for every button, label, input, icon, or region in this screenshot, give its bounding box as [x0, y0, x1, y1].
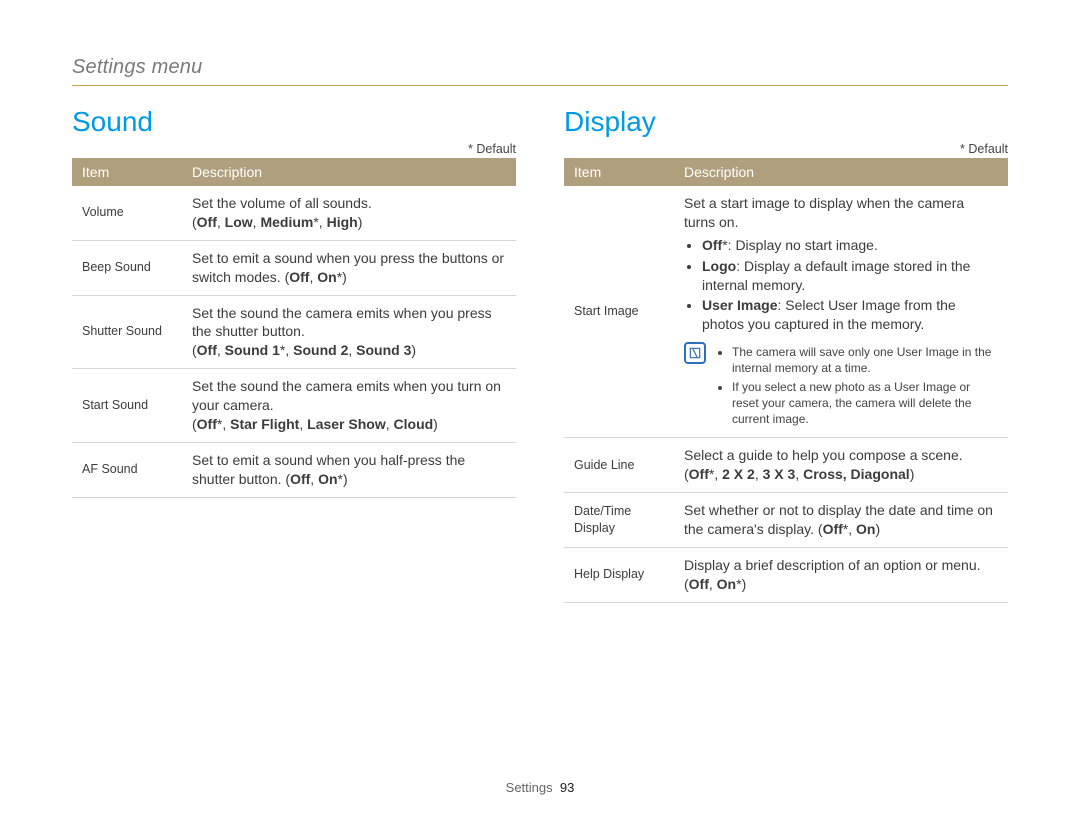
setting-description: Set the volume of all sounds.(Off, Low, … [182, 186, 516, 240]
table-row: Shutter SoundSet the sound the camera em… [72, 295, 516, 369]
setting-item: Start Sound [72, 369, 182, 443]
note-list: The camera will save only one User Image… [716, 342, 998, 429]
setting-description: Set whether or not to display the date a… [674, 492, 1008, 547]
default-note: * Default [72, 142, 516, 156]
breadcrumb: Settings menu [72, 56, 1008, 86]
page: Settings menu Sound * Default Item Descr… [0, 0, 1080, 603]
list-item: Off*: Display no start image. [702, 236, 998, 255]
display-table: Item Description Start ImageSet a start … [564, 158, 1008, 603]
footer-page-number: 93 [560, 780, 574, 795]
col-header-description: Description [182, 158, 516, 186]
section-title-display: Display [564, 106, 1008, 138]
sound-table: Item Description VolumeSet the volume of… [72, 158, 516, 498]
setting-item: AF Sound [72, 442, 182, 497]
setting-description: Set a start image to display when the ca… [674, 186, 1008, 438]
default-note: * Default [564, 142, 1008, 156]
setting-item: Beep Sound [72, 240, 182, 295]
table-row: Help DisplayDisplay a brief description … [564, 547, 1008, 602]
setting-description: Display a brief description of an option… [674, 547, 1008, 602]
table-row: VolumeSet the volume of all sounds.(Off,… [72, 186, 516, 240]
list-item: The camera will save only one User Image… [732, 344, 998, 376]
footer-section: Settings [506, 780, 553, 795]
note-icon [684, 342, 706, 364]
table-row: Guide LineSelect a guide to help you com… [564, 438, 1008, 493]
setting-item: Start Image [564, 186, 674, 438]
setting-item: Volume [72, 186, 182, 240]
table-row: AF SoundSet to emit a sound when you hal… [72, 442, 516, 497]
setting-description: Set the sound the camera emits when you … [182, 295, 516, 369]
page-footer: Settings 93 [0, 780, 1080, 795]
setting-item: Help Display [564, 547, 674, 602]
setting-item: Shutter Sound [72, 295, 182, 369]
sound-section: Sound * Default Item Description VolumeS… [72, 100, 516, 603]
table-row: Beep SoundSet to emit a sound when you p… [72, 240, 516, 295]
section-title-sound: Sound [72, 106, 516, 138]
columns: Sound * Default Item Description VolumeS… [72, 100, 1008, 603]
list-item: User Image: Select User Image from the p… [702, 296, 998, 334]
list-item: Logo: Display a default image stored in … [702, 257, 998, 295]
setting-description: Set to emit a sound when you press the b… [182, 240, 516, 295]
table-row: Date/Time DisplaySet whether or not to d… [564, 492, 1008, 547]
col-header-description: Description [674, 158, 1008, 186]
setting-item: Date/Time Display [564, 492, 674, 547]
setting-item: Guide Line [564, 438, 674, 493]
col-header-item: Item [72, 158, 182, 186]
setting-description: Set the sound the camera emits when you … [182, 369, 516, 443]
list-item: If you select a new photo as a User Imag… [732, 379, 998, 428]
display-section: Display * Default Item Description Start… [564, 100, 1008, 603]
col-header-item: Item [564, 158, 674, 186]
option-list: Off*: Display no start image. Logo: Displ… [684, 236, 998, 334]
table-row: Start ImageSet a start image to display … [564, 186, 1008, 438]
setting-description: Set to emit a sound when you half-press … [182, 442, 516, 497]
note-box: The camera will save only one User Image… [684, 342, 998, 429]
table-row: Start SoundSet the sound the camera emit… [72, 369, 516, 443]
setting-description: Select a guide to help you compose a sce… [674, 438, 1008, 493]
